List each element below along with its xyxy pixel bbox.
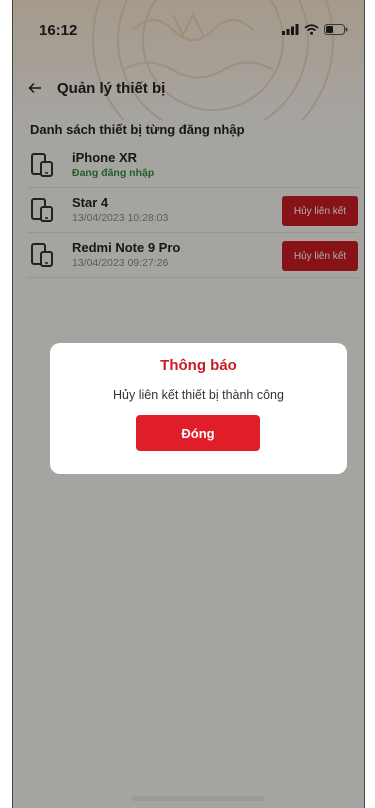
notification-dialog: Thông báo Hủy liên kết thiết bị thành cô… xyxy=(50,343,347,474)
dialog-title: Thông báo xyxy=(160,357,237,374)
modal-backdrop[interactable]: Thông báo Hủy liên kết thiết bị thành cô… xyxy=(13,0,364,808)
phone-screen: 16:12 Quản lý thiết bị Danh sách thiết b… xyxy=(12,0,365,808)
home-indicator[interactable] xyxy=(131,796,265,801)
close-button[interactable]: Đóng xyxy=(136,415,260,451)
dialog-message: Hủy liên kết thiết bị thành công xyxy=(113,388,284,402)
